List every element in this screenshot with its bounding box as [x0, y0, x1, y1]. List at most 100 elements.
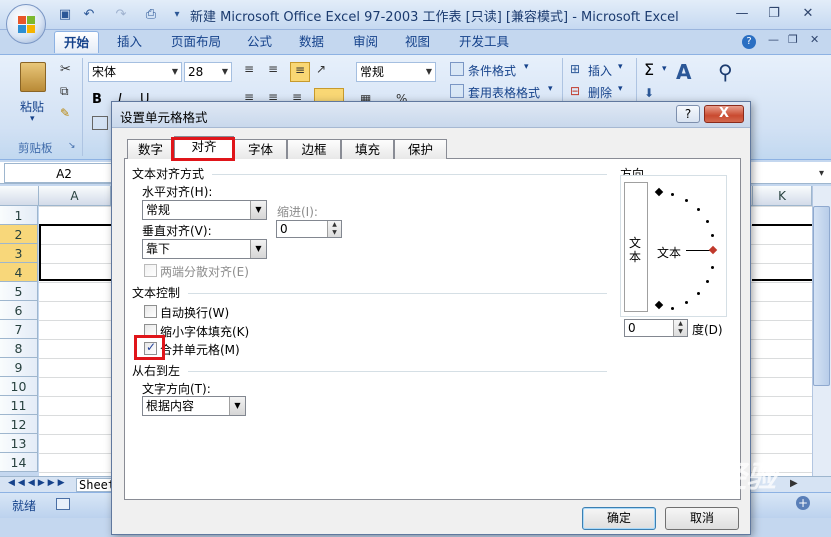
conditional-format-button[interactable]: 条件格式 — [468, 62, 516, 79]
spinner-arrows-icon[interactable]: ▲ ▼ — [327, 221, 341, 237]
row-header[interactable]: 14 — [0, 453, 38, 472]
minimize-button[interactable]: — — [730, 4, 754, 24]
find-select-icon[interactable]: ⚲ — [718, 60, 733, 84]
restore-button[interactable]: ❐ — [762, 4, 786, 24]
save-icon[interactable]: ▣ — [56, 6, 74, 24]
bold-icon[interactable]: B — [92, 92, 102, 107]
expand-formula-icon[interactable]: ▾ — [813, 165, 830, 182]
row-header[interactable]: 5 — [0, 282, 38, 301]
tab-number[interactable]: 数字 — [127, 139, 174, 159]
customize-qat-icon[interactable]: ▾ — [168, 6, 186, 24]
number-format-box[interactable]: 常规 ▼ — [356, 62, 436, 82]
wrap-text-checkbox[interactable] — [144, 305, 157, 318]
cut-icon[interactable]: ✂ — [60, 62, 71, 77]
align-top-icon[interactable]: ≡ — [244, 62, 262, 80]
table-format-dropdown-icon[interactable]: ▾ — [548, 84, 553, 94]
dialog-help-button[interactable]: ? — [676, 105, 700, 123]
office-button[interactable] — [6, 4, 46, 44]
format-painter-icon[interactable]: ✎ — [60, 106, 70, 120]
delete-cells-button[interactable]: 删除 — [588, 84, 612, 101]
dialog-close-button[interactable]: X — [704, 105, 744, 123]
row-header[interactable]: 9 — [0, 358, 38, 377]
column-header-k[interactable]: K — [752, 186, 812, 206]
paste-button[interactable]: 粘贴 — [20, 98, 44, 115]
table-format-button[interactable]: 套用表格格式 — [468, 84, 540, 101]
row-header[interactable]: 4 — [0, 263, 38, 282]
tab-formulas[interactable]: 公式 — [238, 31, 281, 53]
name-box[interactable]: A2 — [4, 163, 124, 183]
tab-protection[interactable]: 保护 — [394, 139, 447, 159]
row-header[interactable]: 10 — [0, 377, 38, 396]
row-header[interactable]: 6 — [0, 301, 38, 320]
fill-icon[interactable]: ⬇ — [644, 86, 654, 100]
autosum-icon[interactable]: Σ — [644, 60, 654, 79]
tab-review[interactable]: 审阅 — [344, 31, 387, 53]
tab-view[interactable]: 视图 — [396, 31, 439, 53]
table-format-icon[interactable] — [450, 84, 464, 98]
horizontal-align-select[interactable]: 常规 ▼ — [142, 200, 267, 220]
spinner-arrows-icon[interactable]: ▲ ▼ — [673, 320, 687, 336]
row-header[interactable]: 1 — [0, 206, 38, 225]
conditional-format-dropdown-icon[interactable]: ▾ — [524, 62, 529, 72]
tab-developer[interactable]: 开发工具 — [450, 31, 518, 53]
row-header[interactable]: 8 — [0, 339, 38, 358]
select-all-corner[interactable] — [0, 186, 39, 206]
tab-insert[interactable]: 插入 — [108, 31, 151, 53]
sheet-tab[interactable]: Sheet — [76, 478, 116, 492]
ok-button[interactable]: 确定 — [582, 507, 656, 530]
degree-value: 0 — [628, 321, 636, 335]
text-direction-select[interactable]: 根据内容 ▼ — [142, 396, 246, 416]
align-middle-icon[interactable]: ≡ — [268, 62, 286, 80]
row-header[interactable]: 2 — [0, 225, 38, 244]
font-name-box[interactable]: 宋体 ▼ — [88, 62, 182, 82]
print-preview-icon[interactable]: ⎙ — [142, 6, 160, 24]
clipboard-launcher-icon[interactable]: ↘ — [68, 141, 76, 151]
zoom-in-icon[interactable]: + — [796, 496, 810, 510]
indent-spinner[interactable]: 0 ▲ ▼ — [276, 220, 342, 238]
copy-icon[interactable]: ⧉ — [60, 84, 69, 99]
delete-cells-icon[interactable]: ⊟ — [570, 84, 580, 98]
tab-page-layout[interactable]: 页面布局 — [162, 31, 230, 53]
conditional-format-icon[interactable] — [450, 62, 464, 76]
ribbon-close-icon[interactable]: ✕ — [810, 33, 819, 46]
tab-data[interactable]: 数据 — [290, 31, 333, 53]
autosum-dropdown-icon[interactable]: ▾ — [662, 64, 667, 74]
cancel-button[interactable]: 取消 — [665, 507, 739, 530]
paste-icon[interactable] — [20, 62, 46, 92]
tab-font[interactable]: 字体 — [234, 139, 287, 159]
font-size-box[interactable]: 28 ▼ — [184, 62, 232, 82]
borders-icon[interactable] — [92, 116, 108, 130]
row-header[interactable]: 3 — [0, 244, 38, 263]
align-bottom-icon[interactable]: ≡ — [290, 62, 310, 82]
row-header[interactable]: 13 — [0, 434, 38, 453]
degree-spinner[interactable]: 0 ▲ ▼ — [624, 319, 688, 337]
ribbon-minimize-icon[interactable]: — — [768, 33, 779, 46]
ribbon-restore-icon[interactable]: ❐ — [788, 33, 798, 46]
sort-filter-icon[interactable]: A — [676, 60, 691, 84]
shrink-to-fit-label: 缩小字体填充(K) — [160, 325, 250, 339]
insert-dropdown-icon[interactable]: ▾ — [618, 62, 623, 72]
sheet-nav-icons[interactable]: ◀◀◀▶▶▶ — [8, 478, 68, 488]
distributed-checkbox[interactable] — [144, 264, 157, 277]
tab-border[interactable]: 边框 — [287, 139, 341, 159]
tab-fill[interactable]: 填充 — [341, 139, 394, 159]
column-header-a[interactable]: A — [39, 186, 111, 206]
undo-icon[interactable]: ↶ — [80, 6, 98, 24]
paste-dropdown-icon[interactable]: ▾ — [30, 114, 35, 124]
row-header[interactable]: 11 — [0, 396, 38, 415]
vertical-scroll-thumb[interactable] — [813, 206, 830, 386]
redo-icon[interactable]: ↷ — [112, 6, 130, 24]
close-window-button[interactable]: ✕ — [796, 4, 820, 24]
tab-home[interactable]: 开始 — [54, 31, 100, 53]
insert-cells-icon[interactable]: ⊞ — [570, 62, 580, 76]
scroll-right-icon[interactable]: ▶ — [790, 478, 798, 489]
delete-dropdown-icon[interactable]: ▾ — [618, 84, 623, 94]
orientation-icon[interactable]: ↗ — [316, 62, 336, 80]
row-header[interactable]: 12 — [0, 415, 38, 434]
help-icon[interactable]: ? — [742, 35, 756, 49]
vertical-align-select[interactable]: 靠下 ▼ — [142, 239, 267, 259]
selected-range[interactable] — [39, 224, 112, 281]
insert-cells-button[interactable]: 插入 — [588, 62, 612, 79]
macro-record-icon[interactable] — [56, 498, 70, 510]
row-header[interactable]: 7 — [0, 320, 38, 339]
